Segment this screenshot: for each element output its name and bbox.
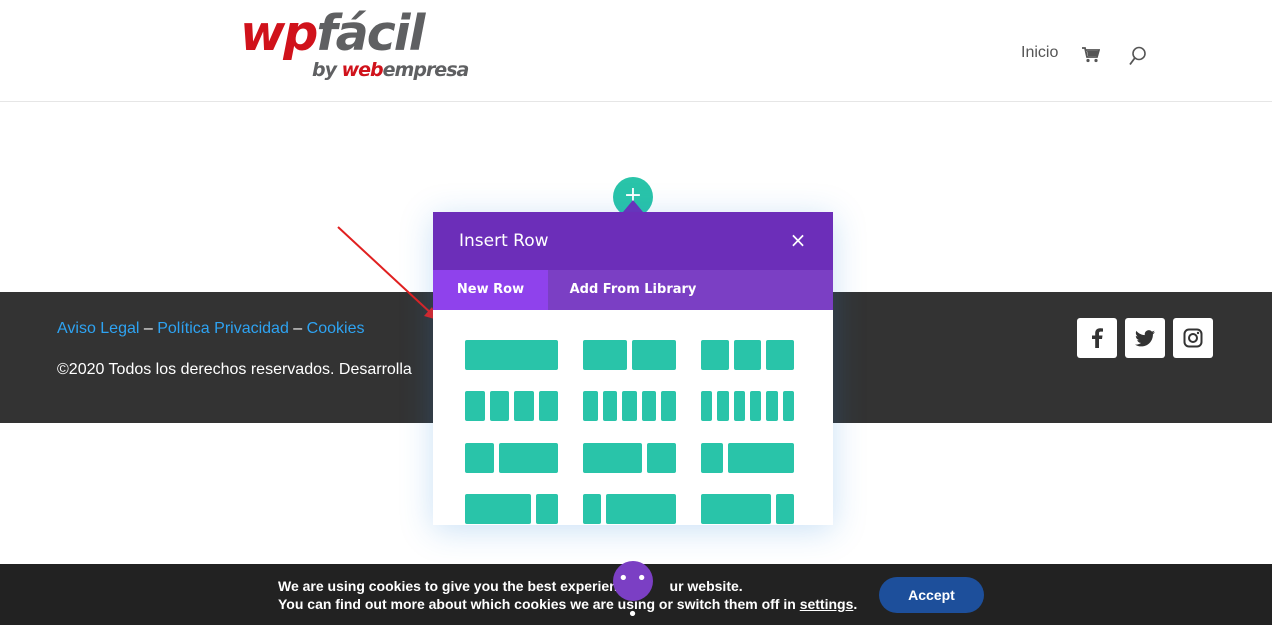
layout-column: [641, 391, 657, 421]
row-layout-option[interactable]: [465, 494, 558, 524]
row-layout-option[interactable]: [465, 443, 558, 473]
modal-title: Insert Row: [459, 231, 549, 251]
layout-column: [701, 340, 729, 370]
layout-column: [733, 340, 762, 370]
cart-icon[interactable]: [1082, 47, 1100, 63]
layout-column: [717, 391, 729, 421]
layout-column: [776, 494, 794, 524]
more-options-button[interactable]: • • •: [613, 561, 653, 625]
twitter-button[interactable]: [1125, 318, 1165, 358]
layout-column: [750, 391, 762, 421]
close-icon[interactable]: ×: [789, 230, 807, 250]
site-header: wpfácil by webempresa Inicio: [0, 0, 1272, 102]
logo-wordmark: wpfácil: [240, 5, 425, 62]
layout-column: [605, 494, 676, 524]
footer-link-politica-privacidad[interactable]: Política Privacidad: [157, 320, 289, 337]
accept-cookies-button[interactable]: Accept: [879, 577, 984, 613]
layout-column: [632, 340, 676, 370]
footer-separator: –: [288, 320, 307, 337]
layout-column: [733, 391, 745, 421]
layout-column: [583, 443, 642, 473]
footer-link-aviso-legal[interactable]: Aviso Legal: [57, 320, 139, 337]
layout-column: [701, 494, 772, 524]
layout-column: [701, 391, 713, 421]
layout-column: [514, 391, 534, 421]
layout-column: [538, 391, 558, 421]
layout-column: [782, 391, 794, 421]
layout-column: [489, 391, 509, 421]
layout-column: [583, 494, 601, 524]
site-logo[interactable]: wpfácil by webempresa: [240, 6, 480, 86]
logo-tagline: by webempresa: [312, 59, 469, 81]
layout-column: [499, 443, 558, 473]
row-layout-option[interactable]: [583, 391, 676, 421]
row-layout-option[interactable]: [583, 494, 676, 524]
footer-separator: –: [139, 320, 158, 337]
row-layout-option[interactable]: [583, 443, 676, 473]
annotation-arrow: [337, 226, 438, 320]
layout-column: [536, 494, 558, 524]
search-icon[interactable]: [1129, 46, 1147, 66]
cookie-line-2: You can find out more about which cookie…: [278, 596, 800, 612]
modal-tabs: New Row Add From Library: [433, 270, 833, 310]
cookie-line-1: We are using cookies to give you the bes…: [278, 578, 626, 594]
layout-column: [622, 391, 637, 421]
instagram-button[interactable]: [1173, 318, 1213, 358]
cookie-line-1-tail: ur website.: [669, 578, 743, 594]
nav-link-inicio[interactable]: Inicio: [1021, 44, 1058, 62]
row-layout-option[interactable]: [701, 391, 794, 421]
layout-column: [766, 340, 794, 370]
row-layout-option[interactable]: [701, 494, 794, 524]
row-layout-option[interactable]: [465, 391, 558, 421]
layout-column: [465, 391, 485, 421]
layout-column: [602, 391, 618, 421]
layout-column: [701, 443, 723, 473]
layout-column: [583, 391, 598, 421]
row-layout-option[interactable]: [465, 340, 558, 370]
layout-column: [583, 340, 627, 370]
facebook-button[interactable]: [1077, 318, 1117, 358]
layout-column: [465, 443, 495, 473]
cookie-message: We are using cookies to give you the bes…: [278, 578, 858, 612]
row-layout-option[interactable]: [701, 340, 794, 370]
layout-column: [465, 340, 558, 370]
row-layout-option[interactable]: [701, 443, 794, 473]
footer-links: Aviso Legal – Política Privacidad – Cook…: [57, 320, 364, 338]
modal-caret: [623, 200, 643, 212]
layout-column: [646, 443, 676, 473]
tab-new-row[interactable]: New Row: [433, 270, 548, 310]
insert-row-modal: Insert Row × New Row Add From Library: [433, 212, 833, 525]
row-layout-option[interactable]: [583, 340, 676, 370]
cookie-settings-link[interactable]: settings: [800, 596, 854, 612]
layout-column: [465, 494, 531, 524]
layout-column: [728, 443, 794, 473]
copyright-text: ©2020 Todos los derechos reservados. Des…: [57, 361, 412, 378]
twitter-icon: [1135, 329, 1155, 346]
layout-column: [661, 391, 676, 421]
facebook-icon: [1092, 328, 1103, 348]
instagram-icon: [1183, 328, 1203, 348]
modal-header: Insert Row ×: [433, 212, 833, 270]
layout-column: [766, 391, 778, 421]
tab-add-from-library[interactable]: Add From Library: [548, 270, 718, 310]
